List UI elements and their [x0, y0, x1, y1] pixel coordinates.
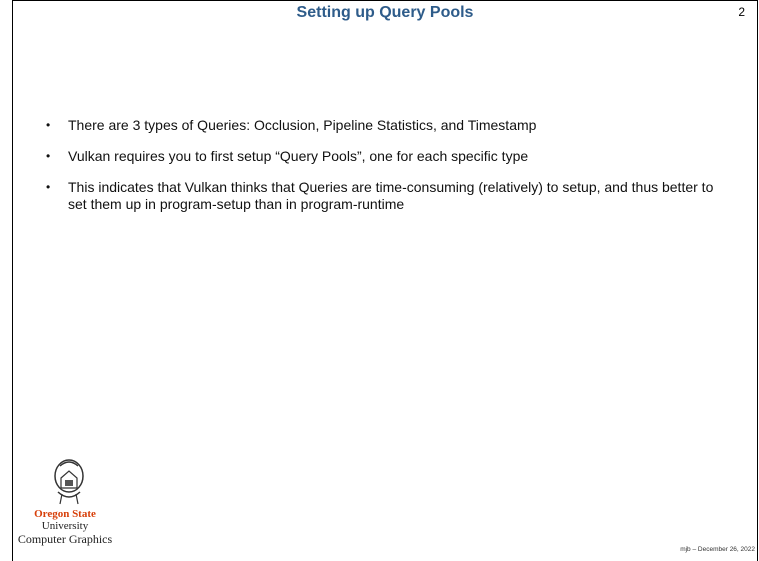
osu-seal-icon	[54, 459, 84, 505]
slide-number: 2	[738, 5, 745, 19]
bullet-item: There are 3 types of Queries: Occlusion,…	[46, 117, 726, 134]
footer-credit: mjb – December 26, 2022	[680, 546, 755, 553]
logo-oregon-state: Oregon State	[34, 508, 96, 520]
bullet-list: There are 3 types of Queries: Occlusion,…	[46, 117, 726, 227]
bullet-item: This indicates that Vulkan thinks that Q…	[46, 179, 726, 213]
slide-title: Setting up Query Pools	[296, 4, 474, 21]
osu-logo: Oregon State University Computer Graphic…	[0, 456, 130, 556]
logo-university: University	[41, 520, 89, 532]
logo-computer-graphics: Computer Graphics	[17, 532, 113, 546]
bullet-item: Vulkan requires you to first setup “Quer…	[46, 148, 726, 165]
